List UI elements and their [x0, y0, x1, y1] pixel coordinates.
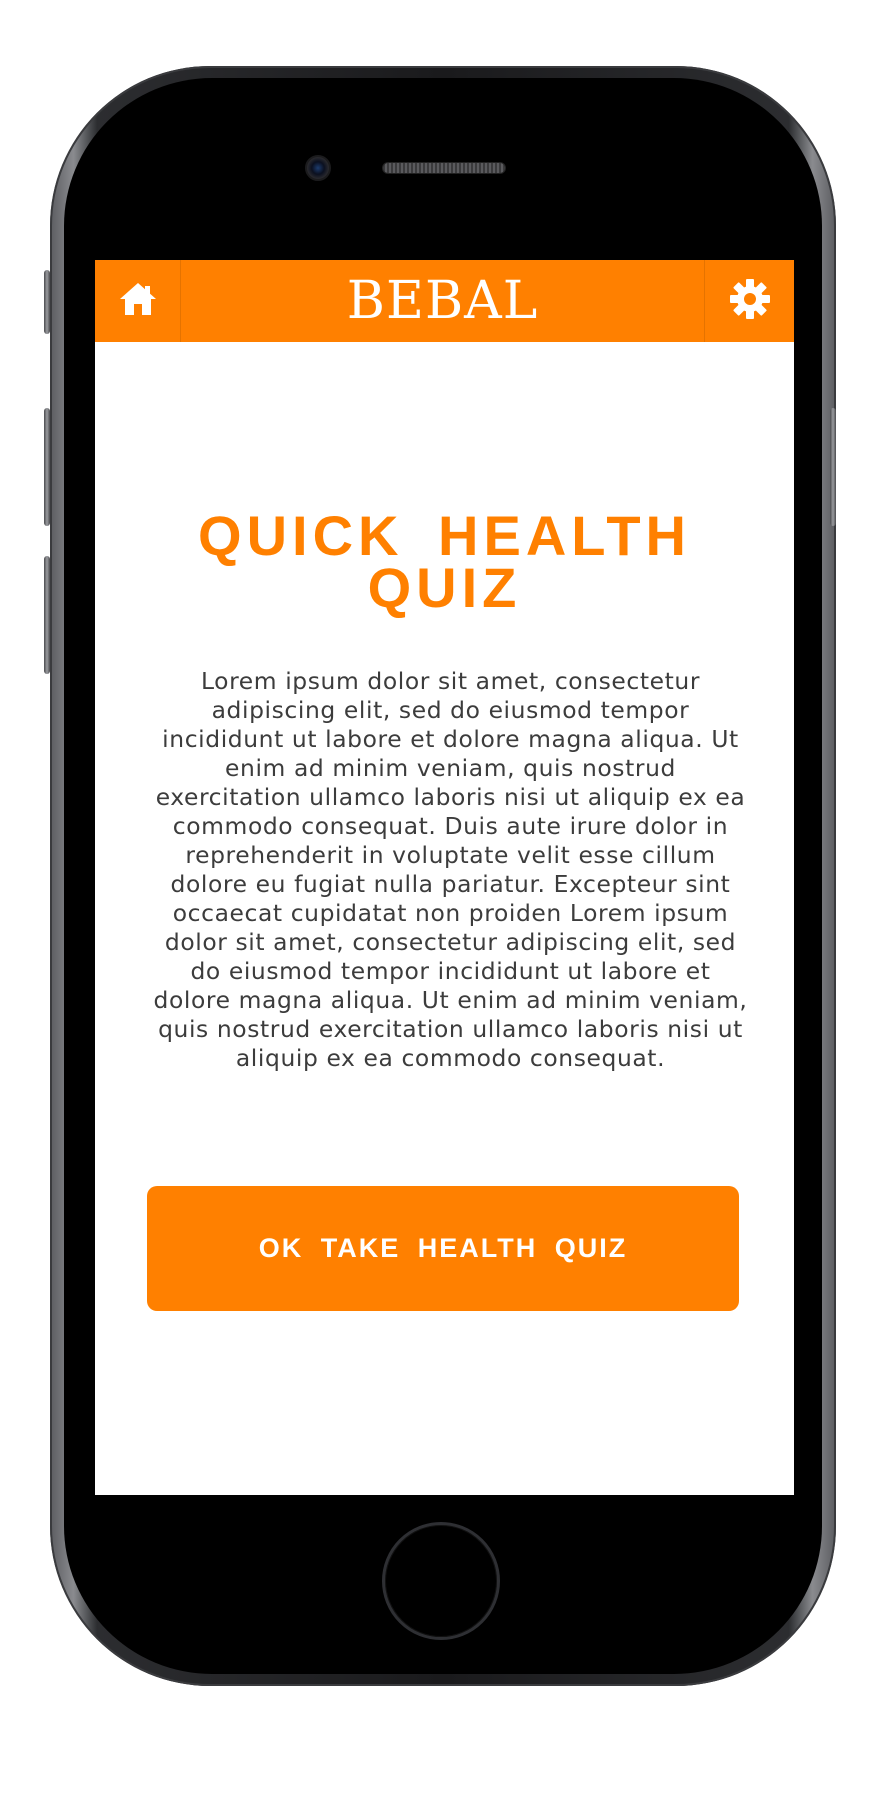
app-screen: BEBAL QUICK HEALTH QUIZ Lorem ipsum dolo…: [95, 260, 794, 1495]
power-button: [830, 408, 836, 526]
earpiece-speaker: [382, 162, 506, 174]
page-title: QUICK HEALTH QUIZ: [198, 504, 691, 619]
top-bar: BEBAL: [95, 260, 794, 342]
home-icon: [118, 281, 158, 322]
volume-down-button: [44, 556, 50, 674]
take-quiz-button[interactable]: OK TAKE HEALTH QUIZ: [147, 1186, 739, 1311]
gear-icon: [729, 278, 771, 325]
volume-up-button: [44, 408, 50, 526]
front-camera: [305, 155, 331, 181]
intro-text: Lorem ipsum dolor sit amet, consectetur …: [153, 667, 748, 1072]
app-logo: BEBAL: [346, 271, 539, 331]
settings-button[interactable]: [704, 260, 794, 342]
mute-switch: [44, 270, 50, 334]
home-button[interactable]: [95, 260, 181, 342]
device-home-button: [382, 1522, 500, 1640]
